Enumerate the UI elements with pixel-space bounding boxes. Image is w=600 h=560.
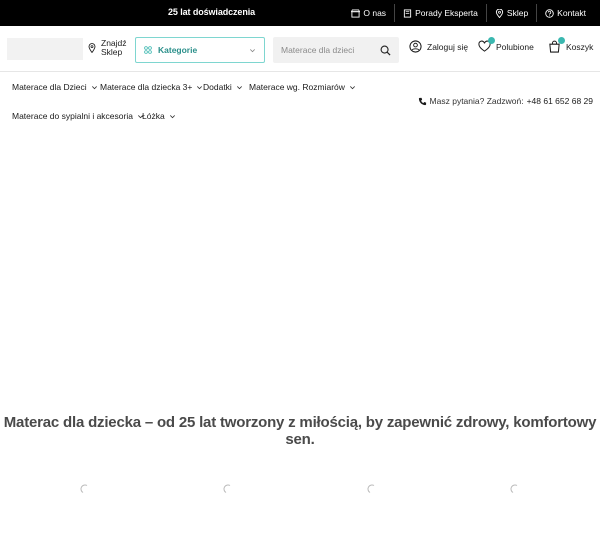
- login-label: Zaloguj się: [427, 41, 469, 52]
- nav-item-label: Dodatki: [203, 82, 232, 92]
- book-icon: [403, 8, 412, 18]
- favorites-button[interactable]: Polubione: [478, 37, 534, 53]
- top-bar: 25 lat doświadczenia O nas Porady Eksper…: [0, 0, 600, 26]
- location-pin-icon: [495, 8, 504, 18]
- main-header: Znajdź Sklep Kategorie Zaloguj się Polub…: [0, 26, 600, 72]
- phone-icon: [418, 97, 426, 105]
- nav-item-beds[interactable]: Łóżka: [142, 111, 176, 121]
- expert-advice-link[interactable]: Porady Eksperta: [394, 4, 486, 22]
- loading-spinner-icon: [510, 484, 518, 493]
- user-icon: [409, 40, 422, 53]
- nav-item-label: Materace wg. Rozmiarów: [249, 82, 345, 92]
- chevron-down-icon: [349, 85, 355, 89]
- nav-item-label: Materace dla dziecka 3+: [100, 82, 193, 92]
- main-navigation: Materace dla Dzieci Materace dla dziecka…: [0, 72, 600, 130]
- search-icon[interactable]: [380, 45, 391, 56]
- nav-item-by-size[interactable]: Materace wg. Rozmiarów: [249, 82, 356, 92]
- favorites-badge: [488, 37, 495, 44]
- login-button[interactable]: Zaloguj się: [409, 40, 468, 53]
- nav-item-kids-3plus[interactable]: Materace dla dziecka 3+: [100, 82, 203, 92]
- nav-item-kids-mattresses[interactable]: Materace dla Dzieci: [12, 82, 98, 92]
- phone-contact: Masz pytania? Zadzwoń: +48 61 652 68 29: [418, 96, 593, 106]
- nav-item-label: Łóżka: [142, 111, 165, 121]
- cart-badge: [558, 37, 565, 44]
- chevron-down-icon: [236, 85, 242, 89]
- top-links: O nas Porady Eksperta Sklep Kontakt: [343, 0, 594, 26]
- search-box: [273, 37, 399, 63]
- nav-item-bedroom[interactable]: Materace do sypialni i akcesoria: [12, 111, 144, 121]
- cart-label: Koszyk: [566, 41, 594, 52]
- nav-item-accessories[interactable]: Dodatki: [203, 82, 243, 92]
- loading-spinner-icon: [367, 484, 375, 493]
- loading-spinner-icon: [223, 484, 231, 493]
- phone-number[interactable]: +48 61 652 68 29: [527, 96, 593, 106]
- about-link[interactable]: O nas: [343, 4, 394, 22]
- phone-prompt: Masz pytania? Zadzwoń:: [429, 96, 524, 106]
- shop-link-label: Sklep: [506, 8, 529, 18]
- nav-item-label: Materace do sypialni i akcesoria: [12, 111, 133, 121]
- expert-advice-link-label: Porady Eksperta: [415, 8, 478, 18]
- find-store-button[interactable]: Znajdź Sklep: [88, 39, 127, 57]
- chevron-down-icon: [250, 48, 255, 52]
- shop-link[interactable]: Sklep: [485, 4, 536, 22]
- logo[interactable]: [7, 38, 83, 60]
- chevron-down-icon: [169, 114, 175, 118]
- help-circle-icon: [545, 8, 554, 18]
- contact-link[interactable]: Kontakt: [536, 4, 594, 22]
- chevron-down-icon: [91, 85, 97, 89]
- hero-tagline: Materac dla dziecka – od 25 lat tworzony…: [3, 414, 597, 448]
- categories-dropdown[interactable]: Kategorie: [135, 37, 265, 63]
- location-pin-icon: [88, 43, 96, 53]
- contact-link-label: Kontakt: [557, 8, 586, 18]
- store-icon: [351, 8, 361, 18]
- nav-item-label: Materace dla Dzieci: [12, 82, 87, 92]
- categories-label: Kategorie: [158, 45, 198, 55]
- cart-button[interactable]: Koszyk: [548, 37, 594, 53]
- promo-text: 25 lat doświadczenia: [168, 7, 256, 17]
- about-link-label: O nas: [363, 8, 387, 18]
- favorites-label: Polubione: [496, 41, 534, 52]
- find-store-line2: Sklep: [101, 47, 123, 57]
- grid-icon: [144, 46, 152, 54]
- loading-spinner-icon: [80, 484, 88, 493]
- search-input[interactable]: [281, 45, 377, 55]
